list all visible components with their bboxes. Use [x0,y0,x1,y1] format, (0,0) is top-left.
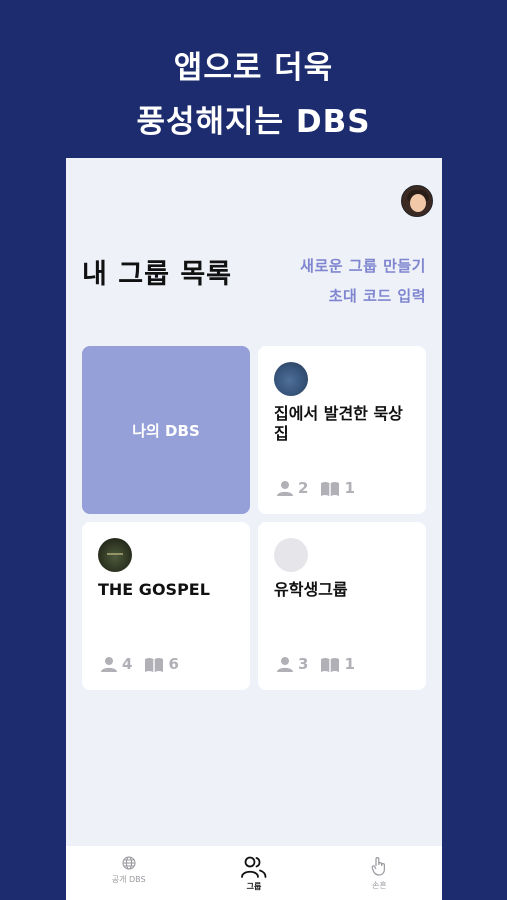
person-icon [101,657,117,672]
group-thumbnail [98,538,132,572]
member-count: 2 [298,479,309,497]
book-count-stat: 6 [144,655,179,673]
book-count: 1 [344,655,355,673]
group-card-title: 유학생그룹 [274,580,348,599]
group-stats: 3 1 [276,655,367,673]
book-count-stat: 1 [320,479,355,497]
member-count: 3 [298,655,309,673]
group-card[interactable]: THE GOSPEL 4 6 [82,522,250,690]
hand-icon [371,857,386,876]
book-count: 1 [344,479,355,497]
person-icon [277,481,293,496]
app-screen: 내 그룹 목록 새로운 그룹 만들기 초대 코드 입력 나의 DBS 집에서 발… [66,158,442,900]
group-card[interactable]: 집에서 발견한 묵상집 2 1 [258,346,426,514]
group-card[interactable]: 유학생그룹 3 1 [258,522,426,690]
avatar-face [410,194,426,212]
group-thumbnail-placeholder [274,538,308,572]
book-count-stat: 1 [320,655,355,673]
tab-hand[interactable]: 손흔 [317,846,442,900]
member-count: 4 [122,655,133,673]
tab-public-dbs[interactable]: 공개 DBS [66,846,191,900]
tab-label: 그룹 [246,882,262,891]
person-icon [277,657,293,672]
group-card-my-dbs[interactable]: 나의 DBS [82,346,250,514]
globe-icon [122,856,136,870]
create-group-link[interactable]: 새로운 그룹 만들기 [300,255,426,276]
group-card-title: 집에서 발견한 묵상집 [274,404,403,443]
member-count-stat: 3 [276,655,308,673]
tab-label: 손흔 [371,881,387,890]
book-icon [145,657,164,672]
profile-avatar[interactable] [401,185,433,217]
group-thumbnail [274,362,308,396]
member-count-stat: 4 [100,655,132,673]
group-card-title: THE GOSPEL [98,580,210,599]
bottom-tab-bar: 공개 DBS 그룹 손흔 [66,846,442,900]
invite-code-link[interactable]: 초대 코드 입력 [329,285,426,306]
group-stats: 4 6 [100,655,191,673]
book-icon [321,481,340,496]
book-count: 6 [168,655,179,673]
people-icon [241,856,267,878]
group-stats: 2 1 [276,479,367,497]
promo-headline-line1: 앱으로 더욱 [173,50,334,86]
book-icon [321,657,340,672]
tab-group[interactable]: 그룹 [191,846,316,900]
member-count-stat: 2 [276,479,308,497]
promo-headline-line2: 풍성해지는 DBS [136,104,371,140]
group-card-title: 나의 DBS [132,421,200,440]
page-title: 내 그룹 목록 [82,259,232,290]
tab-label: 공개 DBS [111,875,146,884]
